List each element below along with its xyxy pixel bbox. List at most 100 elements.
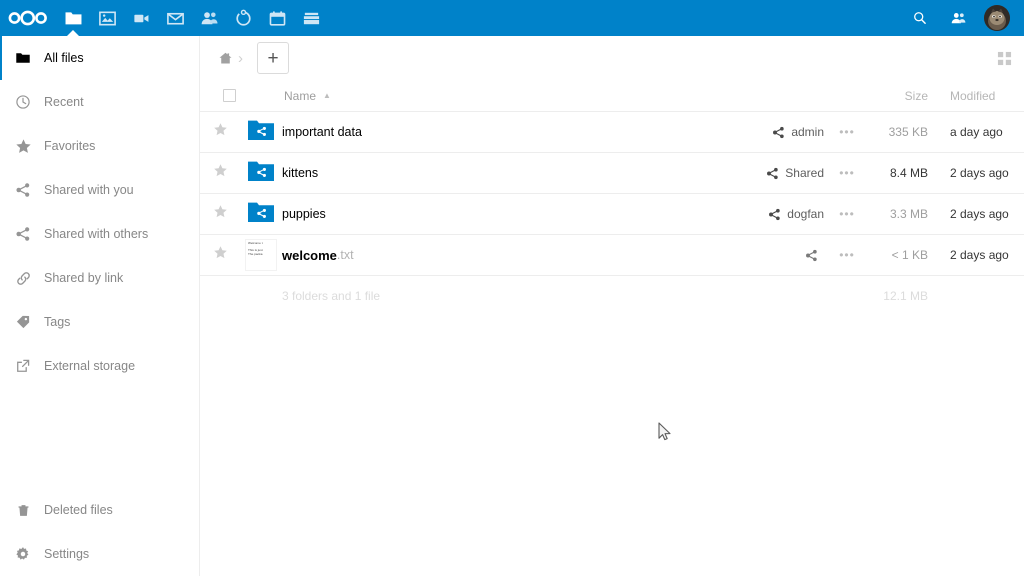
sidebar-item-external-storage[interactable]: External storage xyxy=(0,344,199,388)
column-header-name[interactable]: Name ▲ xyxy=(282,89,712,103)
text-file-thumbnail: Welcome t This is just The packa xyxy=(245,239,277,271)
sidebar-item-favorites[interactable]: Favorites xyxy=(0,124,199,168)
column-header-modified[interactable]: Modified xyxy=(932,89,1024,103)
nav-app-calendar[interactable] xyxy=(260,0,294,36)
app-header xyxy=(0,0,1024,37)
breadcrumb: › xyxy=(212,43,245,73)
sidebar-label: Settings xyxy=(44,547,90,561)
sidebar-item-recent[interactable]: Recent xyxy=(0,80,199,124)
file-name-cell[interactable]: welcome .txt xyxy=(282,248,712,263)
actions-cell[interactable]: ••• xyxy=(824,208,870,220)
file-size: 8.4 MB xyxy=(889,166,928,180)
nextcloud-logo[interactable] xyxy=(0,0,56,36)
contacts-menu-icon[interactable] xyxy=(946,0,970,36)
sidebar-item-all-files[interactable]: All files xyxy=(0,36,199,80)
file-name-cell[interactable]: important data xyxy=(282,125,712,139)
select-all-cell xyxy=(200,89,240,102)
app-navigation xyxy=(56,0,328,37)
table-row[interactable]: Welcome t This is just The packa welcome… xyxy=(200,235,1024,276)
sidebar-item-shared-with-you[interactable]: Shared with you xyxy=(0,168,199,212)
table-row[interactable]: puppies dogfan ••• 3.3 MB 2 days ago xyxy=(200,194,1024,235)
sidebar-label: Recent xyxy=(44,95,84,109)
star-icon[interactable] xyxy=(213,163,228,183)
new-file-button[interactable]: + xyxy=(257,42,289,74)
actions-cell[interactable]: ••• xyxy=(824,167,870,179)
favorite-cell xyxy=(200,204,240,224)
trash-icon xyxy=(10,503,36,518)
table-row[interactable]: kittens Shared ••• 8.4 MB 2 days ago xyxy=(200,153,1024,194)
file-name-cell[interactable]: puppies xyxy=(282,207,712,221)
summary-total-size: 12.1 MB xyxy=(883,289,928,303)
column-header-size[interactable]: Size xyxy=(870,89,932,103)
more-actions-icon[interactable]: ••• xyxy=(839,249,855,261)
share-cell[interactable] xyxy=(712,249,824,262)
star-icon xyxy=(10,138,36,155)
shared-folder-icon xyxy=(248,119,274,146)
sidebar-bottom: Deleted files Settings xyxy=(0,488,199,576)
share-cell[interactable]: admin xyxy=(712,125,824,139)
sidebar-label: Shared with others xyxy=(44,227,149,241)
file-modified: 2 days ago xyxy=(950,248,1009,262)
share-cell[interactable]: Shared xyxy=(712,166,824,180)
home-icon[interactable] xyxy=(212,43,238,73)
file-modified: 2 days ago xyxy=(950,207,1009,221)
sidebar-label: Shared with you xyxy=(44,183,134,197)
more-actions-icon[interactable]: ••• xyxy=(839,208,855,220)
actions-cell[interactable]: ••• xyxy=(824,249,870,261)
star-icon[interactable] xyxy=(213,204,228,224)
select-all-checkbox[interactable] xyxy=(222,89,236,102)
table-header-row: Name ▲ Size Modified xyxy=(200,80,1024,112)
sort-ascending-icon: ▲ xyxy=(323,90,331,100)
star-icon[interactable] xyxy=(213,245,228,265)
star-icon[interactable] xyxy=(213,122,228,142)
table-summary-row: 3 folders and 1 file 12.1 MB xyxy=(200,276,1024,316)
share-icon xyxy=(805,249,818,262)
share-cell[interactable]: dogfan xyxy=(712,207,824,221)
file-icon-cell: Welcome t This is just The packa xyxy=(240,239,282,271)
share-icon xyxy=(10,182,36,198)
sidebar-label: Shared by link xyxy=(44,271,124,285)
share-icon xyxy=(768,208,781,221)
search-icon[interactable] xyxy=(908,0,932,36)
file-modified: 2 days ago xyxy=(950,166,1009,180)
thumbnail-line: The packa xyxy=(248,251,263,256)
more-actions-icon[interactable]: ••• xyxy=(839,126,855,138)
sidebar-item-tags[interactable]: Tags xyxy=(0,300,199,344)
table-row[interactable]: important data admin ••• 335 KB a day ag… xyxy=(200,112,1024,153)
grid-view-icon[interactable] xyxy=(994,48,1014,68)
share-label: admin xyxy=(791,125,824,139)
sidebar-item-shared-with-others[interactable]: Shared with others xyxy=(0,212,199,256)
sidebar-item-shared-by-link[interactable]: Shared by link xyxy=(0,256,199,300)
file-table: Name ▲ Size Modified important data admi… xyxy=(200,80,1024,316)
external-link-icon xyxy=(10,358,36,374)
avatar[interactable] xyxy=(984,5,1010,31)
sidebar-label: Favorites xyxy=(44,139,96,153)
file-name: welcome xyxy=(282,247,337,263)
nav-app-mail[interactable] xyxy=(158,0,192,36)
more-actions-icon[interactable]: ••• xyxy=(839,167,855,179)
nav-app-files[interactable] xyxy=(56,0,90,37)
file-icon-cell xyxy=(240,119,282,146)
nav-app-deck[interactable] xyxy=(294,0,328,36)
nav-app-talk[interactable] xyxy=(124,0,158,36)
sidebar-item-settings[interactable]: Settings xyxy=(0,532,199,576)
file-modified: a day ago xyxy=(950,125,1003,139)
sidebar-item-deleted-files[interactable]: Deleted files xyxy=(0,488,199,532)
file-name: important data xyxy=(282,125,362,139)
main-content: › + Name ▲ Size Modified important data … xyxy=(200,36,1024,576)
file-name: kittens xyxy=(282,166,319,180)
share-icon xyxy=(766,167,779,180)
tag-icon xyxy=(10,314,36,330)
nav-app-photos[interactable] xyxy=(90,0,124,36)
file-name: puppies xyxy=(282,207,326,221)
file-icon-cell xyxy=(240,160,282,187)
shared-folder-icon xyxy=(248,160,274,187)
column-header-name-label: Name xyxy=(284,88,317,103)
nav-app-contacts[interactable] xyxy=(192,0,226,36)
file-icon-cell xyxy=(240,201,282,228)
share-icon xyxy=(10,226,36,242)
folder-icon xyxy=(10,50,36,66)
nav-app-circles[interactable] xyxy=(226,0,260,36)
actions-cell[interactable]: ••• xyxy=(824,126,870,138)
file-name-cell[interactable]: kittens xyxy=(282,166,712,180)
